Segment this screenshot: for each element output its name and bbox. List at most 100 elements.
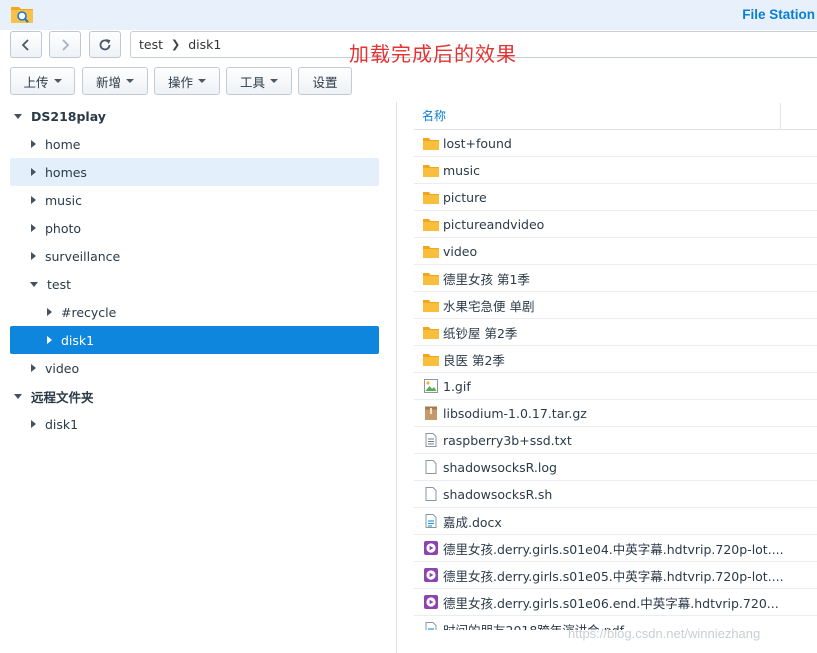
collapsed-arrow-icon[interactable] [31, 224, 36, 232]
tree-item-homes[interactable]: homes [10, 158, 379, 186]
tree-item-label: music [45, 192, 82, 208]
folder-icon [422, 189, 440, 205]
blank-file-icon [422, 486, 440, 502]
folder-icon [422, 324, 440, 340]
path-segment-disk1[interactable]: disk1 [188, 37, 221, 52]
document-file-icon [422, 513, 440, 529]
folder-icon [422, 135, 440, 151]
action-label: 操作 [167, 74, 193, 90]
tools-button[interactable]: 工具 [226, 67, 292, 95]
file-row[interactable]: 德里女孩.derry.girls.s01e04.中英字幕.hdtvrip.720… [414, 535, 817, 562]
tree-item-disk1-selected[interactable]: disk1 [10, 326, 379, 354]
image-file-icon [422, 378, 440, 394]
file-row[interactable]: shadowsocksR.sh [414, 481, 817, 508]
file-name: shadowsocksR.log [443, 459, 557, 475]
collapsed-arrow-icon[interactable] [31, 420, 36, 428]
refresh-button[interactable] [89, 31, 121, 58]
app-title: File Station [742, 7, 815, 22]
pane-divider[interactable] [396, 102, 397, 653]
tree-item-label: surveillance [45, 248, 121, 264]
tree-item-test[interactable]: test [10, 270, 379, 298]
caret-down-icon [126, 79, 134, 83]
title-bar: File Station [0, 0, 817, 30]
file-name: raspberry3b+ssd.txt [443, 432, 572, 448]
tree-item-label: disk1 [45, 416, 79, 432]
file-row[interactable]: 1.gif [414, 373, 817, 400]
settings-button[interactable]: 设置 [298, 67, 352, 95]
caret-down-icon [53, 79, 62, 83]
file-row[interactable]: 良医 第2季 [414, 346, 817, 373]
video-file-icon [422, 540, 440, 556]
folder-icon [422, 270, 440, 286]
file-row[interactable]: 德里女孩 第1季 [414, 265, 817, 292]
folder-icon [422, 216, 440, 232]
file-row[interactable]: 嘉成.docx [414, 508, 817, 535]
tree-item-label: disk1 [61, 332, 95, 348]
file-name: video [443, 243, 478, 259]
create-label: 新增 [95, 74, 121, 90]
tools-label: 工具 [239, 74, 265, 90]
file-row[interactable]: 纸钞屋 第2季 [414, 319, 817, 346]
tree-item-label: photo [45, 220, 82, 236]
tree-root-ds218play[interactable]: DS218play [10, 102, 379, 130]
watermark: https://blog.csdn.net/winniezhang [568, 626, 761, 641]
file-name: shadowsocksR.sh [443, 486, 553, 502]
expanded-arrow-icon[interactable] [14, 113, 22, 119]
folder-icon [422, 162, 440, 178]
file-row[interactable]: music [414, 157, 817, 184]
file-row[interactable]: lost+found [414, 130, 817, 157]
folder-icon [422, 243, 440, 259]
file-row[interactable]: raspberry3b+ssd.txt [414, 427, 817, 454]
list-header: 名称 [414, 103, 817, 130]
collapsed-arrow-icon[interactable] [31, 168, 36, 176]
tree-item-music[interactable]: music [10, 186, 379, 214]
tree-item-home[interactable]: home [10, 130, 379, 158]
expanded-arrow-icon[interactable] [14, 393, 22, 399]
collapsed-arrow-icon[interactable] [47, 308, 52, 316]
tree-root-label: DS218play [31, 108, 106, 124]
collapsed-arrow-icon[interactable] [31, 364, 36, 372]
forward-button[interactable] [49, 31, 81, 58]
folder-icon [422, 297, 440, 313]
tree-item-label: test [47, 276, 72, 292]
collapsed-arrow-icon[interactable] [47, 336, 52, 344]
expanded-arrow-icon[interactable] [30, 281, 38, 287]
folder-icon [422, 351, 440, 367]
tree-item-photo[interactable]: photo [10, 214, 379, 242]
path-segment-test[interactable]: test [139, 37, 163, 52]
file-row[interactable]: pictureandvideo [414, 211, 817, 238]
tree-item-surveillance[interactable]: surveillance [10, 242, 379, 270]
tree-item-label: homes [45, 164, 87, 180]
tree-root-remote-folders[interactable]: 远程文件夹 [10, 382, 379, 410]
back-button[interactable] [10, 31, 42, 58]
collapsed-arrow-icon[interactable] [31, 140, 36, 148]
create-button[interactable]: 新增 [82, 67, 148, 95]
tree-item-video[interactable]: video [10, 354, 379, 382]
file-row[interactable]: shadowsocksR.log [414, 454, 817, 481]
collapsed-arrow-icon[interactable] [31, 196, 36, 204]
tree-item-remote-disk1[interactable]: disk1 [10, 410, 379, 438]
action-button[interactable]: 操作 [154, 67, 220, 95]
file-row[interactable]: 德里女孩.derry.girls.s01e05.中英字幕.hdtvrip.720… [414, 562, 817, 589]
annotation-overlay: 加载完成后的效果 [349, 42, 517, 66]
folder-tree: DS218play home homes music photo surveil… [0, 102, 396, 653]
upload-button[interactable]: 上传 [10, 67, 75, 95]
column-header-name[interactable]: 名称 [414, 103, 781, 130]
caret-down-icon [198, 79, 206, 83]
chevron-left-icon [21, 38, 29, 51]
file-name: 德里女孩.derry.girls.s01e04.中英字幕.hdtvrip.720… [443, 541, 784, 557]
file-row[interactable]: 水果宅急便 单剧 [414, 292, 817, 319]
file-name: 良医 第2季 [443, 352, 505, 368]
caret-down-icon [270, 79, 278, 83]
file-name: pictureandvideo [443, 216, 545, 232]
video-file-icon [422, 594, 440, 610]
file-row[interactable]: picture [414, 184, 817, 211]
chevron-right-icon [62, 38, 70, 51]
tree-item-recycle[interactable]: #recycle [10, 298, 379, 326]
file-row[interactable]: libsodium-1.0.17.tar.gz [414, 400, 817, 427]
file-row[interactable]: 德里女孩.derry.girls.s01e06.end.中英字幕.hdtvrip… [414, 589, 817, 616]
file-station-icon [11, 7, 33, 23]
file-row[interactable]: video [414, 238, 817, 265]
collapsed-arrow-icon[interactable] [31, 252, 36, 260]
blank-file-icon [422, 459, 440, 475]
